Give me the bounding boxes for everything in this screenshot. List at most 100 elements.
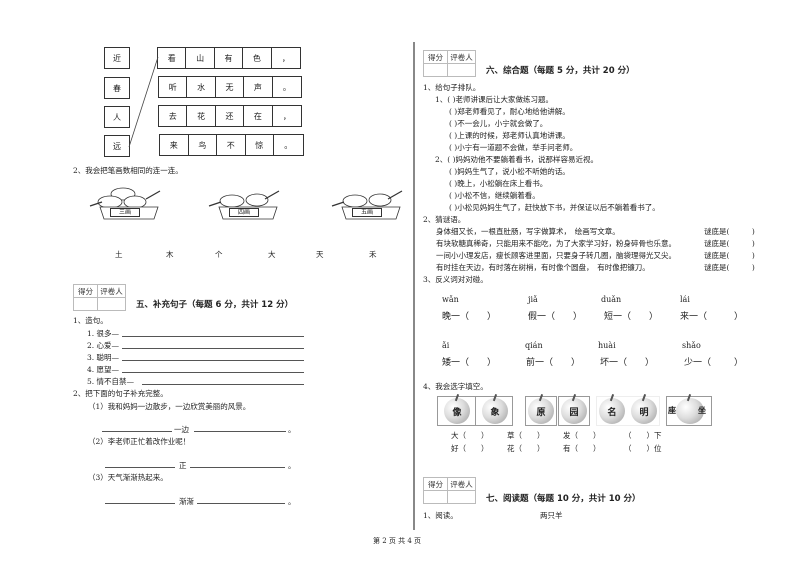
riddle-text: 一间小小理发店，瘦长顾客进里面，只要身子转几圈，脑袋理得光又尖。 bbox=[436, 251, 676, 260]
apple-char-option[interactable]: 像 bbox=[444, 398, 470, 424]
fill-blank-item[interactable]: 好（ ） bbox=[451, 443, 489, 454]
sentence-order-item: ( )小松不信，继续躺着看。 bbox=[449, 191, 540, 200]
column-divider bbox=[413, 42, 415, 530]
poem-char: 山 bbox=[186, 48, 215, 68]
poem-char: 。 bbox=[282, 82, 291, 92]
antonym-item[interactable]: 矮一（ ） bbox=[442, 355, 496, 368]
antonym-item[interactable]: 短一（ ） bbox=[604, 309, 658, 322]
pinyin: jiǎ bbox=[528, 295, 538, 304]
apple-char-option[interactable]: 名 bbox=[599, 398, 625, 424]
grader-cell[interactable] bbox=[447, 63, 476, 77]
fill-blank-item[interactable]: （ ）下 bbox=[624, 430, 662, 441]
score-label: 得分 bbox=[73, 284, 98, 298]
poem-line[interactable]: 来 鸟 不 惊 。 bbox=[159, 134, 304, 156]
q2-prompt: 2、我会把笔画数相同的连一连。 bbox=[73, 166, 183, 175]
answer-line[interactable] bbox=[122, 336, 304, 337]
answer-line[interactable] bbox=[105, 467, 175, 468]
score-cell[interactable] bbox=[423, 63, 448, 77]
pinyin: qián bbox=[525, 341, 543, 350]
answer-line[interactable] bbox=[122, 372, 304, 373]
answer-line[interactable] bbox=[194, 431, 286, 432]
stroke-char[interactable]: 天 bbox=[316, 249, 324, 260]
poem-line[interactable]: 看 山 有 色 ， bbox=[157, 47, 301, 69]
pinyin: shǎo bbox=[682, 341, 701, 350]
stroke-char[interactable]: 禾 bbox=[369, 249, 377, 260]
fill-blank-item[interactable]: 草（ ） bbox=[507, 430, 545, 441]
pinyin: huài bbox=[598, 341, 616, 350]
score-label: 得分 bbox=[423, 50, 448, 64]
flower-pot-4[interactable]: 四画 bbox=[207, 186, 280, 220]
apple-char-option[interactable]: 原 bbox=[528, 398, 554, 424]
pinyin: duǎn bbox=[601, 295, 622, 304]
answer-line[interactable] bbox=[102, 431, 172, 432]
stroke-char[interactable]: 土 bbox=[115, 249, 123, 260]
section-7-title: 七、阅读题（每题 10 分，共计 10 分） bbox=[486, 494, 641, 504]
poem-char: 在 bbox=[244, 106, 273, 126]
poem-char: 惊 bbox=[246, 135, 274, 155]
stroke-char[interactable]: 大 bbox=[268, 249, 276, 260]
antonym-item[interactable]: 来一（ bbox=[680, 309, 707, 322]
answer-line[interactable] bbox=[105, 503, 175, 504]
flower-pot-3[interactable]: 三画 bbox=[88, 186, 161, 220]
stroke-char[interactable]: 木 bbox=[166, 249, 174, 260]
s5-q2-mid: 正 bbox=[179, 461, 187, 470]
riddle-answer[interactable]: 谜底是( ) bbox=[704, 250, 755, 261]
stroke-char[interactable]: 个 bbox=[215, 249, 223, 260]
answer-line[interactable] bbox=[122, 348, 304, 349]
score-box: 得分 评卷人 bbox=[423, 477, 476, 504]
answer-line[interactable] bbox=[197, 503, 285, 504]
fill-blank-item[interactable]: 大（ ） bbox=[451, 430, 489, 441]
fill-blank-item[interactable]: 花（ ） bbox=[507, 443, 545, 454]
grader-cell[interactable] bbox=[447, 490, 476, 504]
grader-label: 评卷人 bbox=[97, 284, 126, 298]
antonym-item[interactable]: 晚一（ ） bbox=[442, 309, 496, 322]
sentence-order-item: 2、( )妈妈劝他不要躺着看书，说那样容易近视。 bbox=[435, 155, 599, 164]
antonym-item[interactable]: 前一（ ） bbox=[526, 355, 580, 368]
s5-q1-item: 3. 聪明— bbox=[87, 353, 120, 362]
apple-char-label: 座 bbox=[668, 405, 676, 415]
poem-line[interactable]: 去 花 还 在 ， bbox=[158, 105, 302, 127]
riddle-answer[interactable]: 谜底是( ) bbox=[704, 262, 755, 273]
apple-char-option[interactable]: 园 bbox=[561, 398, 587, 424]
s5-q2-example: （1）我和妈妈一边散步，一边欣赏美丽的风景。 bbox=[88, 402, 251, 411]
pinyin: lái bbox=[680, 295, 690, 304]
grader-label: 评卷人 bbox=[447, 477, 476, 491]
s5-q1-label: 1、造句。 bbox=[73, 316, 108, 325]
pot-label: 三画 bbox=[110, 208, 140, 217]
sentence-order-item: ( )郑老师看见了，耐心地给他讲解。 bbox=[449, 107, 570, 116]
score-cell[interactable] bbox=[423, 490, 448, 504]
score-box: 得分 评卷人 bbox=[73, 284, 126, 311]
grader-label: 评卷人 bbox=[447, 50, 476, 64]
fill-blank-item[interactable]: （ ）位 bbox=[624, 443, 662, 454]
antonym-item[interactable]: 少一（ bbox=[684, 355, 711, 368]
answer-line[interactable] bbox=[142, 384, 304, 385]
sentence-order-item: ( )晚上，小松躺在床上看书。 bbox=[449, 179, 548, 188]
apple-char-label: 坐 bbox=[698, 405, 706, 415]
s7-q1-label: 1、阅读。 bbox=[423, 511, 458, 520]
poem-char: 色 bbox=[243, 48, 272, 68]
grader-cell[interactable] bbox=[97, 297, 126, 311]
sentence-order-item: ( )小宁有一道题不会做，举手问老师。 bbox=[449, 143, 578, 152]
flower-pot-5[interactable]: 五画 bbox=[330, 186, 403, 220]
riddle-answer[interactable]: 谜底是( ) bbox=[704, 226, 755, 237]
poem-char: 。 bbox=[284, 140, 293, 150]
apple-char-option[interactable]: 象 bbox=[482, 398, 508, 424]
sentence-order-item: 1、( )老师讲课后让大家做练习题。 bbox=[435, 95, 554, 104]
s5-q2-example: （2）李老师正忙着改作业呢！ bbox=[88, 437, 191, 446]
s6-q4-label: 4、我会选字填空。 bbox=[423, 382, 488, 391]
section-6-title: 六、综合题（每题 5 分，共计 20 分） bbox=[486, 66, 635, 76]
sentence-order-item: ( )上课的时候，郑老师认真地讲课。 bbox=[449, 131, 570, 140]
poem-line[interactable]: 听 水 无 声 。 bbox=[158, 76, 302, 98]
antonym-close: ） bbox=[734, 312, 744, 322]
s5-q2-example: （3）天气渐渐热起来。 bbox=[88, 473, 168, 482]
poem-char: 水 bbox=[187, 77, 216, 97]
riddle-answer[interactable]: 谜底是( ) bbox=[704, 238, 755, 249]
score-cell[interactable] bbox=[73, 297, 98, 311]
answer-line[interactable] bbox=[122, 360, 304, 361]
fill-blank-item[interactable]: 发（ ） bbox=[563, 430, 601, 441]
apple-char-option[interactable]: 明 bbox=[631, 398, 657, 424]
answer-line[interactable] bbox=[190, 467, 285, 468]
antonym-item[interactable]: 假一（ ） bbox=[528, 309, 582, 322]
antonym-item[interactable]: 坏一（ ） bbox=[600, 355, 654, 368]
fill-blank-item[interactable]: 有（ ） bbox=[563, 443, 601, 454]
